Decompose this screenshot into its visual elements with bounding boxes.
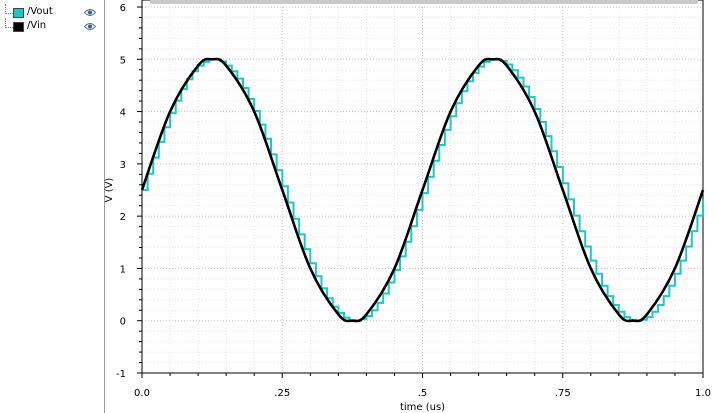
x-tick-label: 1.0 bbox=[695, 388, 711, 399]
y-tick-label: 6 bbox=[120, 3, 126, 14]
y-tick-label: 5 bbox=[120, 55, 126, 66]
y-tick-label: 1 bbox=[120, 264, 126, 275]
y-tick-label: 0 bbox=[120, 317, 126, 328]
y-axis-label: V (V) bbox=[104, 178, 115, 203]
horizontal-scrollbar[interactable] bbox=[150, 0, 698, 4]
y-tick-label: -1 bbox=[116, 369, 126, 380]
x-axis-label: time (us) bbox=[400, 402, 445, 413]
x-tick-label: .75 bbox=[555, 388, 571, 399]
y-tick-label: 4 bbox=[120, 108, 126, 119]
x-tick-label: .25 bbox=[274, 388, 290, 399]
y-tick-label: 2 bbox=[120, 212, 126, 223]
x-tick-label: 0.0 bbox=[134, 388, 150, 399]
x-tick-label: .5 bbox=[418, 388, 428, 399]
y-tick-label: 3 bbox=[120, 160, 126, 171]
waveform-plot[interactable]: 0.0 .25 .5 .75 1.0 -1 0 1 2 3 4 5 6 time (us) V (V) bbox=[0, 0, 716, 413]
